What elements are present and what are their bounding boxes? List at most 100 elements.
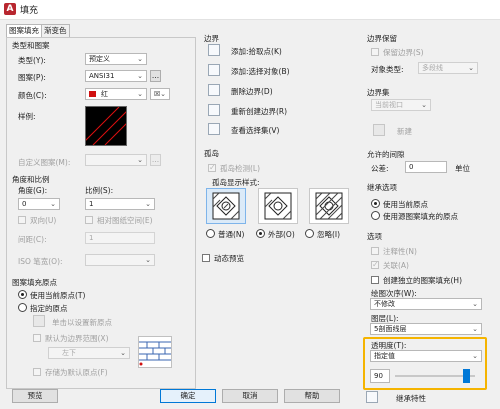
island-normal-radio[interactable] [206,229,215,238]
help-button[interactable]: 帮助 [284,389,340,403]
type-pattern-group-title: 类型和图案 [12,41,50,50]
view-selections-icon[interactable] [208,123,220,135]
pattern-label: 图案(P): [18,73,46,82]
origin-group-title: 图案填充原点 [12,278,57,287]
island-style-label: 孤岛显示样式: [212,178,260,187]
separate-hatches-checkbox[interactable] [371,276,379,284]
recreate-boundary-icon[interactable] [208,104,220,116]
gap-tolerance-group-title: 允许的间隙 [367,150,405,159]
select-objects-icon[interactable] [208,64,220,76]
add-select-objects-button[interactable]: 添加:选择对象(B) [231,66,290,77]
island-ignore-radio[interactable] [305,229,314,238]
angle-label: 角度(G): [18,186,48,195]
transparency-select[interactable]: 指定值 ⌄ [370,350,482,362]
tolerance-label: 公差: [371,164,389,173]
transparency-number-input[interactable]: 90 [370,369,390,383]
pattern-select[interactable]: ANSI31 ⌄ [85,70,147,82]
extent-position-select[interactable]: 左下 ⌄ [48,347,130,359]
inherit-source-origin-radio[interactable] [371,211,380,220]
tab-hatch[interactable]: 图案填充 [6,24,42,37]
angle-value: 0 [22,200,27,208]
new-boundary-set-label: 新建 [397,127,412,136]
relative-paper-label: 相对图纸空间(E) [97,216,153,225]
island-outer-radio[interactable] [256,229,265,238]
default-extent-checkbox[interactable] [33,334,41,342]
boundary-retention-group-title: 边界保留 [367,34,397,43]
pick-point-icon[interactable] [208,44,220,56]
recreate-boundary-button[interactable]: 重新创建边界(R) [231,106,287,117]
relative-paper-checkbox[interactable] [85,216,93,224]
tab-strip: 图案填充 渐变色 [6,24,70,37]
window-title: 填充 [20,6,39,16]
draw-order-value: 不修改 [374,300,395,308]
tab-gradient[interactable]: 渐变色 [42,24,70,37]
remove-boundaries-icon[interactable] [208,84,220,96]
set-origin-icon[interactable] [33,315,45,327]
chevron-down-icon: ⌄ [472,352,478,360]
island-detection-checkbox[interactable] [208,163,216,172]
retain-boundaries-checkbox[interactable] [371,48,379,56]
draw-order-select[interactable]: 不修改 ⌄ [370,298,482,310]
store-default-origin-checkbox[interactable] [33,368,41,376]
spacing-input[interactable]: 1 [85,232,155,244]
view-selections-button[interactable]: 查看选择集(V) [231,125,279,136]
scale-value: 1 [89,200,94,208]
hatch-sample-preview[interactable] [80,106,144,146]
dynamic-preview-label: 动态预览 [214,254,244,263]
pattern-value: ANSI31 [89,72,115,80]
inherit-current-origin-radio[interactable] [371,199,380,208]
chevron-down-icon: ⌄ [120,349,126,357]
specified-origin-radio[interactable] [18,303,27,312]
angle-scale-group-title: 角度和比例 [12,175,50,184]
pattern-browse-button[interactable]: ... [150,70,161,82]
object-type-select[interactable]: 多段线 ⌄ [418,62,478,74]
type-value: 预定义 [89,55,110,63]
inherit-properties-icon[interactable] [366,391,378,403]
preview-button[interactable]: 预览 [12,389,58,403]
chevron-down-icon: ⌄ [472,300,478,308]
annotative-checkbox[interactable] [371,247,379,255]
island-normal-preview[interactable] [206,188,246,224]
type-select[interactable]: 预定义 ⌄ [85,53,147,65]
island-outer-preview[interactable] [258,188,298,224]
inherit-options-group-title: 继承选项 [367,183,397,192]
custom-pattern-label: 自定义图案(M): [18,158,71,167]
retain-boundaries-label: 保留边界(S) [383,48,424,57]
use-current-origin-radio[interactable] [18,290,27,299]
layer-select[interactable]: 5剖面线层 ⌄ [370,323,482,335]
transparency-slider-thumb[interactable] [463,369,470,383]
angle-select[interactable]: 0 ⌄ [18,198,60,210]
annotative-label: 注释性(N) [383,247,417,256]
chevron-down-icon: ⌄ [472,325,478,333]
inherit-properties-button[interactable]: 继承特性 [396,393,426,404]
extent-position-value: 左下 [62,349,76,357]
object-type-value: 多段线 [422,64,443,72]
type-label: 类型(Y): [18,56,46,65]
scale-select[interactable]: 1 ⌄ [85,198,155,210]
tolerance-input[interactable]: 0 [405,161,447,173]
chevron-down-icon: ⌄ [137,156,143,164]
double-checkbox[interactable] [18,216,26,224]
remove-boundaries-button[interactable]: 删除边界(D) [231,86,273,97]
associative-checkbox[interactable] [371,260,379,269]
ok-button[interactable]: 确定 [160,389,216,403]
island-detection-label: 孤岛检测(L) [220,164,261,173]
use-current-origin-label: 使用当前原点(T) [30,291,86,300]
new-boundary-set-icon[interactable] [373,124,385,136]
island-ignore-preview[interactable] [309,188,349,224]
iso-pen-width-select[interactable]: ⌄ [85,254,155,266]
color-swatch [89,91,96,97]
color-select[interactable]: 红 ⌄ [85,88,147,100]
custom-pattern-select[interactable]: ⌄ [85,154,147,166]
add-pick-points-button[interactable]: 添加:拾取点(K) [231,46,282,57]
custom-pattern-browse-button[interactable]: ... [150,154,161,166]
sample-label: 样例: [18,112,36,121]
boundary-set-select[interactable]: 当前视口 ⌄ [371,99,431,111]
dynamic-preview-checkbox[interactable] [202,254,210,262]
app-logo-icon: A [4,3,16,15]
cancel-button[interactable]: 取消 [222,389,278,403]
double-label: 双向(U) [30,216,57,225]
inherit-current-origin-label: 使用当前原点 [383,200,428,209]
background-color-select[interactable]: ☒ ⌄ [150,88,170,100]
object-type-label: 对象类型: [371,65,404,74]
